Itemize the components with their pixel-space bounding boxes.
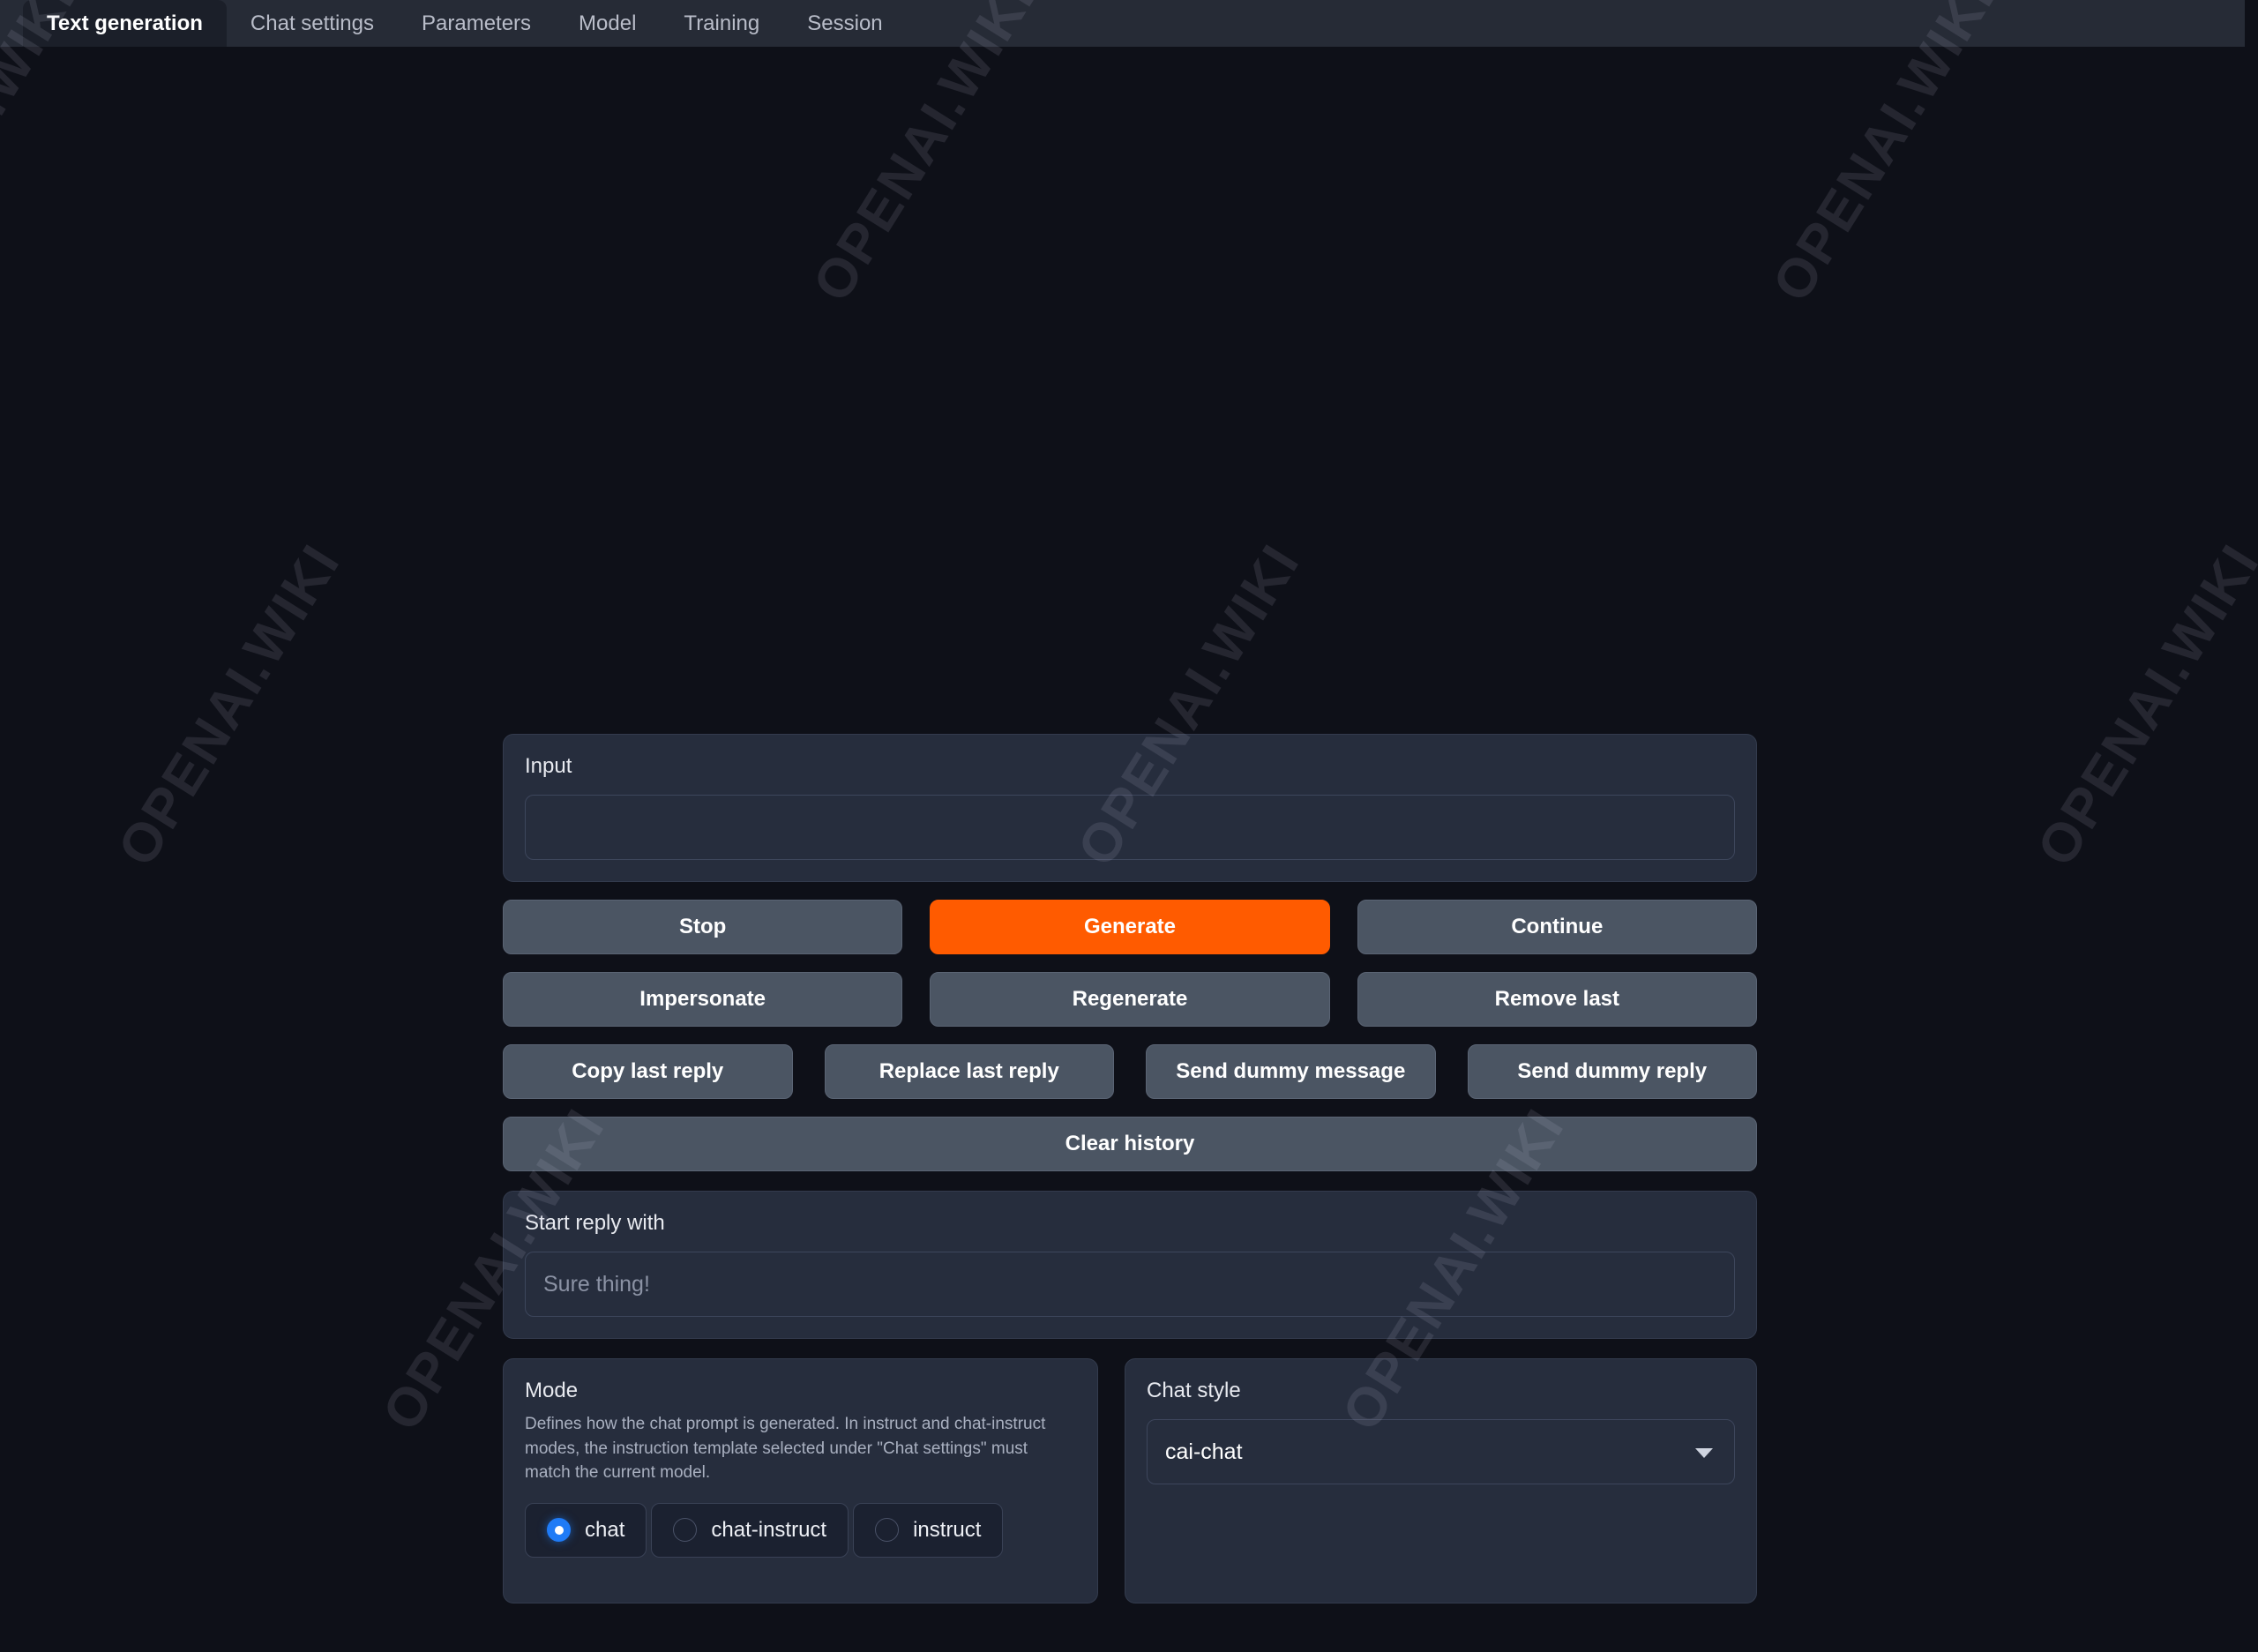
input-textarea[interactable]: [525, 795, 1735, 860]
clear-history-row: Clear history: [503, 1117, 1757, 1171]
watermark-text: OPENAI.WIKI: [106, 534, 353, 877]
remove-last-button[interactable]: Remove last: [1357, 972, 1757, 1027]
send-dummy-message-button[interactable]: Send dummy message: [1146, 1044, 1436, 1099]
send-dummy-reply-button[interactable]: Send dummy reply: [1467, 1044, 1757, 1099]
bottom-settings-row: Mode Defines how the chat prompt is gene…: [503, 1358, 1757, 1603]
continue-button[interactable]: Continue: [1357, 900, 1757, 954]
tab-session[interactable]: Session: [783, 0, 906, 47]
start-reply-panel: Start reply with Sure thing!: [503, 1191, 1757, 1339]
watermark-text: OPENAI.WIKI: [1761, 0, 2008, 312]
chat-style-select[interactable]: cai-chat: [1147, 1419, 1735, 1484]
input-panel: Input: [503, 734, 1757, 882]
regenerate-button[interactable]: Regenerate: [930, 972, 1330, 1027]
watermark-text: OPENAI.WIKI: [0, 0, 88, 312]
radio-icon: [547, 1518, 571, 1543]
mode-option-label: chat-instruct: [711, 1517, 827, 1542]
stop-button[interactable]: Stop: [503, 900, 903, 954]
start-reply-input[interactable]: Sure thing!: [525, 1252, 1735, 1317]
mode-description: Defines how the chat prompt is generated…: [525, 1415, 1046, 1483]
replace-last-reply-button[interactable]: Replace last reply: [824, 1044, 1114, 1099]
chat-style-selected-value: cai-chat: [1165, 1439, 1243, 1464]
watermark-text: OPENAI.WIKI: [2025, 534, 2258, 877]
reply-actions-row: Copy last reply Replace last reply Send …: [503, 1044, 1757, 1099]
radio-icon: [875, 1518, 900, 1543]
mode-option-label: chat: [585, 1517, 625, 1542]
impersonate-button[interactable]: Impersonate: [503, 972, 903, 1027]
secondary-button-row: Impersonate Regenerate Remove last: [503, 972, 1757, 1027]
tab-model[interactable]: Model: [555, 0, 660, 47]
start-reply-label: Start reply with: [525, 1211, 665, 1235]
mode-option-chat[interactable]: chat: [525, 1502, 647, 1558]
mode-option-chat-instruct[interactable]: chat-instruct: [651, 1502, 849, 1558]
chat-style-label: Chat style: [1147, 1379, 1241, 1402]
primary-button-row: Stop Generate Continue: [503, 900, 1757, 954]
tab-chat-settings[interactable]: Chat settings: [227, 0, 398, 47]
chat-style-panel: Chat style cai-chat: [1125, 1358, 1757, 1603]
radio-icon: [673, 1518, 698, 1543]
copy-last-reply-button[interactable]: Copy last reply: [503, 1044, 793, 1099]
mode-option-label: instruct: [913, 1517, 982, 1542]
input-label: Input: [525, 754, 572, 778]
tab-parameters[interactable]: Parameters: [398, 0, 555, 47]
mode-option-instruct[interactable]: instruct: [853, 1502, 1004, 1558]
mode-panel: Mode Defines how the chat prompt is gene…: [503, 1358, 1098, 1603]
chevron-down-icon: [1695, 1448, 1713, 1458]
mode-radio-group: chat chat-instruct instruct: [525, 1502, 1076, 1558]
mode-label: Mode: [525, 1379, 579, 1402]
tab-list: Text generation Chat settings Parameters Mo…: [0, 0, 2245, 47]
tab-text-generation[interactable]: Text generation: [23, 0, 227, 47]
main-tab-bar: Text generation Chat settings Parameters Mo…: [0, 0, 2245, 47]
app-root: Text generation Chat settings Parameters Mo…: [0, 0, 2258, 1652]
watermark-text: OPENAI.WIKI: [801, 0, 1048, 312]
main-content: Input Stop Generate Continue Impersonate…: [503, 734, 1757, 1603]
generate-button[interactable]: Generate: [930, 900, 1330, 954]
tab-training[interactable]: Training: [660, 0, 783, 47]
clear-history-button[interactable]: Clear history: [503, 1117, 1757, 1171]
